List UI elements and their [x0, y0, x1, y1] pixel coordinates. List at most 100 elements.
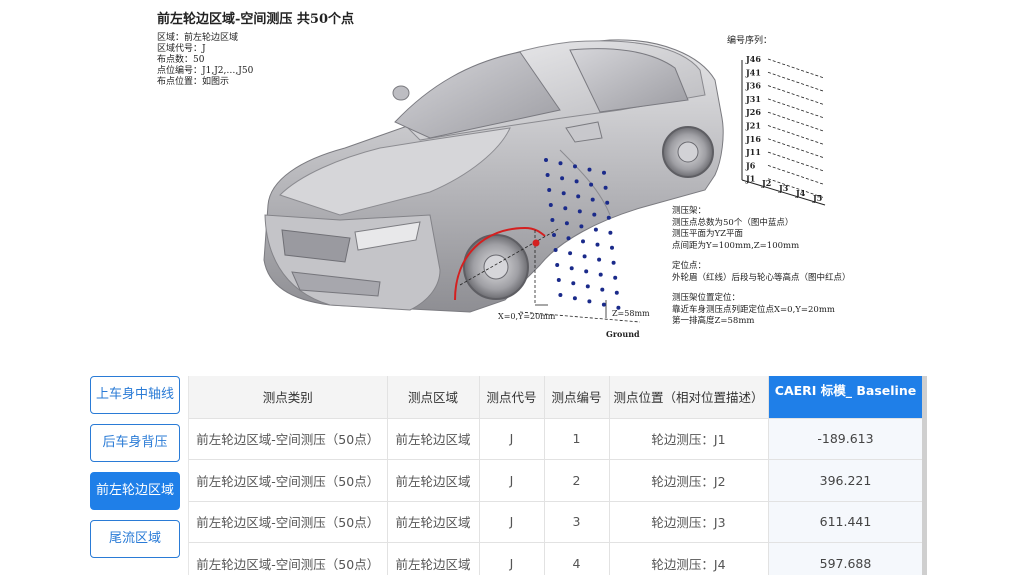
- probe-dot: [589, 182, 594, 187]
- probe-dot: [569, 266, 574, 271]
- table-header-row: 测点类别 测点区域 测点代号 测点编号 测点位置（相对位置描述） CAERI 标…: [189, 376, 924, 419]
- probe-dot: [552, 233, 556, 237]
- cell-number: 2: [544, 459, 610, 502]
- column-header[interactable]: 测点代号: [479, 376, 545, 419]
- measurement-notes: 测压架： 测压点总数为50个（图中蓝点） 测压平面为YZ平面 点间距为Y=100…: [672, 206, 851, 328]
- cell-code: J: [479, 542, 545, 575]
- cell-number: 4: [544, 542, 610, 575]
- column-header[interactable]: 测点编号: [544, 376, 610, 419]
- probe-dot: [550, 218, 555, 222]
- notes-line: 点间距为Y=100mm,Z=100mm: [672, 240, 800, 251]
- probe-dot: [603, 185, 608, 190]
- car-mirror-left: [392, 85, 410, 101]
- notes-line: 第一排高度Z=58mm: [672, 316, 755, 326]
- notes-line: 测压点总数为50个（图中蓝点）: [672, 217, 794, 228]
- probe-dot: [571, 281, 576, 286]
- probe-dot: [553, 248, 558, 252]
- reference-point: [532, 239, 540, 247]
- cell-region: 前左轮边区域: [387, 459, 480, 502]
- probe-dot: [611, 260, 616, 265]
- probe-dot: [548, 203, 553, 207]
- column-header[interactable]: 测点类别: [189, 376, 388, 419]
- sequence-row-label: J16: [745, 134, 761, 144]
- cell-position: 轮边测压：J3: [609, 501, 769, 543]
- notes-line: 测压架：: [672, 206, 707, 216]
- probe-dot: [593, 227, 598, 232]
- probe-dot: [600, 287, 605, 292]
- probe-dot: [579, 224, 584, 229]
- probe-dot: [590, 197, 595, 202]
- probe-dot: [613, 275, 618, 280]
- notes-line: 靠近车身测压点列距定位点X=0,Y=20mm: [672, 304, 835, 315]
- cell-category: 前左轮边区域-空间测压（50点）: [189, 542, 388, 575]
- cell-category: 前左轮边区域-空间测压（50点）: [189, 501, 388, 543]
- table-row[interactable]: 前左轮边区域-空间测压（50点） 前左轮边区域 J 1 轮边测压：J1 -189…: [189, 418, 924, 460]
- sequence-row-label: J31: [745, 94, 761, 104]
- cell-region: 前左轮边区域: [387, 542, 480, 575]
- dimension-z-label: Z=58mm: [612, 309, 650, 318]
- sequence-title: 编号序列：: [727, 36, 773, 46]
- probe-dot: [577, 209, 582, 214]
- nav-button-rear-back-pressure[interactable]: 后车身背压: [90, 424, 180, 462]
- sequence-leader-line: [767, 58, 825, 79]
- cell-region: 前左轮边区域: [387, 501, 480, 543]
- nav-button-upper-centerline[interactable]: 上车身中轴线: [90, 376, 180, 414]
- table-row[interactable]: 前左轮边区域-空间测压（50点） 前左轮边区域 J 2 轮边测压：J2 396.…: [189, 459, 924, 502]
- cell-code: J: [479, 459, 545, 502]
- notes-line: 测压平面为YZ平面: [672, 229, 744, 239]
- probe-dot: [614, 290, 619, 295]
- probe-dot: [585, 284, 590, 289]
- cell-region: 前左轮边区域: [387, 418, 480, 460]
- ground-label: Ground: [606, 329, 640, 339]
- notes-line: 测压架位置定位：: [672, 293, 741, 303]
- probe-dot: [584, 269, 589, 274]
- sequence-row-label: J21: [745, 121, 761, 131]
- notes-line: 外轮眉（红线）后段与轮心等高点（图中红点）: [672, 272, 851, 283]
- sequence-col-label: J2: [761, 178, 771, 188]
- cell-code: J: [479, 418, 545, 460]
- probe-dot: [563, 206, 568, 211]
- sequence-col-label: J5: [812, 193, 822, 203]
- sequence-col-label: J3: [778, 183, 789, 193]
- cell-baseline-value: -189.613: [768, 418, 924, 460]
- sequence-row-label: J46: [745, 54, 761, 64]
- cell-position: 轮边测压：J1: [609, 418, 769, 460]
- sequence-row-label: J11: [745, 147, 761, 157]
- cell-code: J: [479, 501, 545, 543]
- sequence-diagram: J46J41J36J31J26J21J16J11J6J1 J2 J3 J4 J5: [741, 54, 826, 206]
- probe-dot: [547, 188, 552, 192]
- nav-button-wake-region[interactable]: 尾流区域: [90, 520, 180, 558]
- probe-dot: [587, 299, 592, 304]
- cell-baseline-value: 611.441: [768, 501, 924, 543]
- table-row[interactable]: 前左轮边区域-空间测压（50点） 前左轮边区域 J 4 轮边测压：J4 597.…: [189, 542, 924, 575]
- cell-position: 轮边测压：J4: [609, 542, 769, 575]
- measurement-table: 测点类别 测点区域 测点代号 测点编号 测点位置（相对位置描述） CAERI 标…: [188, 376, 927, 575]
- probe-dot: [558, 293, 563, 297]
- baseline-column-header[interactable]: CAERI 标模_ Baseline: [768, 376, 924, 419]
- measurement-diagram: 前左轮边区域-空间测压 共50个点 区域：前左轮边区域 区域代号：J 布点数：5…: [0, 0, 1032, 360]
- dimension-xy-label: X=0,Y=20mm: [498, 312, 556, 321]
- probe-dot: [605, 200, 610, 205]
- probe-dot: [576, 194, 581, 199]
- cell-number: 1: [544, 418, 610, 460]
- car-front-hub: [483, 254, 509, 280]
- cell-number: 3: [544, 501, 610, 543]
- probe-dot: [606, 215, 611, 220]
- probe-dot: [560, 176, 565, 181]
- probe-dot: [568, 251, 573, 256]
- probe-dot: [602, 170, 606, 175]
- nav-button-front-left-wheel[interactable]: 前左轮边区域: [90, 472, 180, 510]
- table-row[interactable]: 前左轮边区域-空间测压（50点） 前左轮边区域 J 3 轮边测压：J3 611.…: [189, 501, 924, 543]
- column-header[interactable]: 测点区域: [387, 376, 480, 419]
- probe-dot: [545, 173, 550, 177]
- probe-dot: [597, 257, 602, 262]
- probe-dot: [587, 167, 592, 172]
- sequence-col-label: J4: [795, 188, 806, 198]
- car-illustration: J46J41J36J31J26J21J16J11J6J1 J2 J3 J4 J5: [263, 39, 826, 323]
- probe-dot: [592, 212, 597, 217]
- column-header[interactable]: 测点位置（相对位置描述）: [609, 376, 769, 419]
- table-scrollbar[interactable]: [922, 376, 927, 575]
- probe-dot: [564, 221, 569, 226]
- probe-dot: [595, 242, 600, 247]
- cell-category: 前左轮边区域-空间测压（50点）: [189, 459, 388, 502]
